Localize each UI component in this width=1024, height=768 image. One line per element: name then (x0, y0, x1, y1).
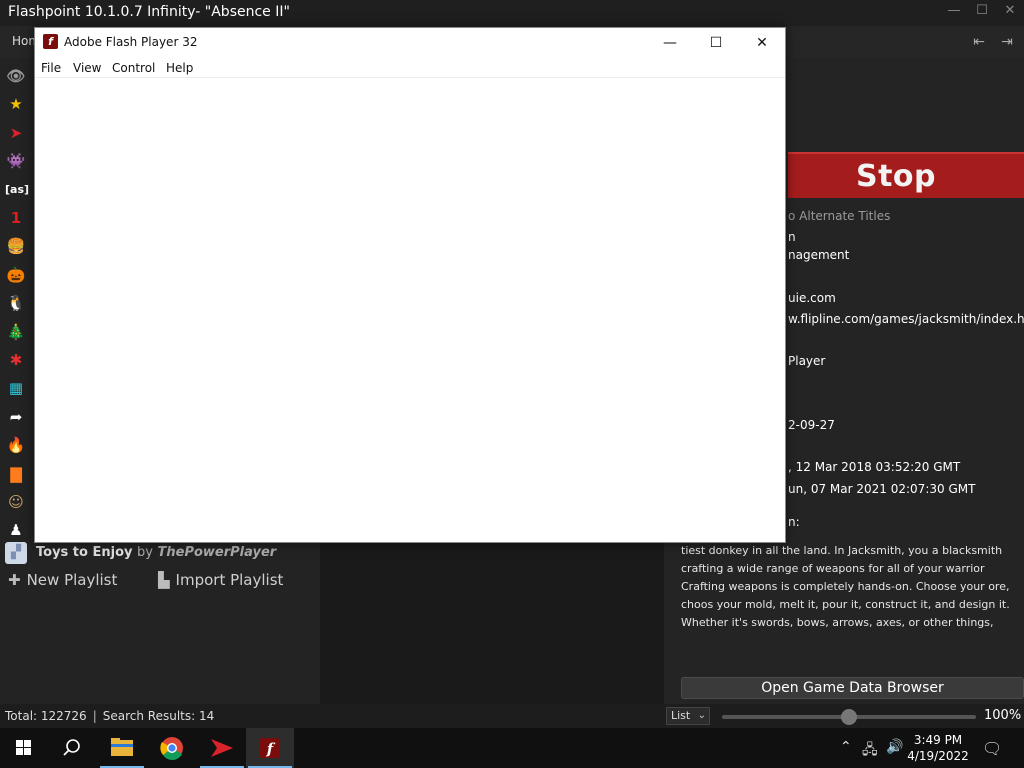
playlist-item-toys-to-enjoy[interactable]: ▞ Toys to Enjoy by ThePowerPlayer (0, 541, 320, 565)
pixel-grid-icon[interactable]: ▦ (5, 377, 27, 399)
flash-player-icon: f (260, 738, 280, 758)
launcher-close-button[interactable]: ✕ (1000, 3, 1020, 18)
flashpoint-arrow-icon[interactable]: ➤ (5, 122, 27, 144)
alternate-titles: o Alternate Titles (788, 209, 891, 223)
christmas-tree-icon[interactable]: 🎄 (5, 321, 27, 343)
meta-line: uie.com (788, 291, 836, 305)
flame-icon[interactable]: 🔥 (5, 434, 27, 456)
import-playlist-label: Import Playlist (175, 571, 284, 589)
flash-player-taskbar-button[interactable]: f (246, 728, 294, 768)
open-game-data-browser-button[interactable]: Open Game Data Browser (681, 677, 1024, 699)
launcher-title: Flashpoint 10.1.0.7 Infinity- "Absence I… (8, 4, 290, 20)
zoom-value: 100% (984, 708, 1022, 723)
zoom-slider-thumb[interactable] (841, 709, 857, 725)
meta-line: Player (788, 354, 826, 368)
silhouette-icon[interactable]: ♟ (5, 519, 27, 541)
total-count: Total: 122726 (5, 709, 87, 723)
flash-minimize-button[interactable]: — (647, 31, 693, 55)
new-playlist-label: New Playlist (26, 571, 118, 589)
chrome-button[interactable] (148, 728, 196, 768)
flash-maximize-button[interactable]: ☐ (693, 31, 739, 55)
meta-line: n (788, 230, 796, 244)
pumpkin-icon[interactable]: 🎃 (5, 264, 27, 286)
search-icon (63, 739, 80, 756)
launcher-maximize-button[interactable]: ☐ (972, 3, 992, 18)
flash-player-titlebar[interactable]: f Adobe Flash Player 32 — ☐ ✕ (35, 28, 785, 58)
import-playlist-button[interactable]: ▙ Import Playlist (158, 571, 283, 589)
menu-file[interactable]: File (41, 61, 61, 75)
meta-line: 2-09-27 (788, 418, 835, 432)
view-mode-value: List (671, 709, 691, 722)
chevron-down-icon: ⌄ (697, 710, 706, 721)
meta-line: w.flipline.com/games/jacksmith/index.htr (788, 312, 1024, 326)
meta-line: , 12 Mar 2018 03:52:20 GMT (788, 460, 961, 474)
clock-time: 3:49 PM (913, 733, 963, 747)
desktop: { "launcher": { "title": "Flashpoint 10.… (0, 0, 1024, 768)
flashpoint-arrow-icon (211, 739, 233, 757)
chrome-icon (160, 737, 183, 760)
clock[interactable]: 3:49 PM 4/19/2022 (902, 732, 974, 764)
status-separator: | (92, 709, 97, 723)
launcher-minimize-button[interactable]: — (944, 3, 964, 18)
flashpoint-taskbar-button[interactable] (198, 728, 246, 768)
plus-icon: ✚ (8, 571, 21, 589)
launcher-titlebar[interactable]: Flashpoint 10.1.0.7 Infinity- "Absence I… (0, 0, 1024, 26)
meta-line: un, 07 Mar 2021 02:07:30 GMT (788, 482, 976, 496)
view-mode-select[interactable]: List ⌄ (666, 707, 710, 725)
chevron-up-icon[interactable]: ⌃ (840, 739, 852, 755)
red-game-icon[interactable]: ✱ (5, 349, 27, 371)
menu-view[interactable]: View (73, 61, 101, 75)
folder-icon (111, 738, 133, 756)
game-description: tiest donkey in all the land. In Jacksmi… (681, 544, 1010, 629)
space-invader-icon[interactable]: 👾 (5, 150, 27, 172)
playlist-name: Toys to Enjoy (36, 545, 133, 560)
file-icon: ▙ (158, 571, 170, 589)
character-portrait-icon[interactable]: ☺ (5, 491, 27, 513)
windows-logo-icon (16, 740, 31, 755)
flash-menubar: File View Control Help (35, 58, 785, 78)
search-results-count: Search Results: 14 (102, 709, 215, 723)
as-tag-icon[interactable]: [as] (5, 179, 29, 201)
zoom-slider[interactable] (722, 709, 976, 725)
status-bar: Total: 122726 | Search Results: 14 List ⌄ … (0, 704, 1024, 728)
volume-icon[interactable]: 🔊 (886, 739, 903, 755)
flash-player-window: f Adobe Flash Player 32 — ☐ ✕ File View … (34, 27, 786, 543)
clock-date: 4/19/2022 (907, 749, 969, 763)
share-arrow-icon[interactable]: ➦ (5, 406, 27, 428)
meta-line: nagement (788, 248, 850, 262)
number-one-icon[interactable]: 1 (5, 207, 27, 229)
game-logo-text: Stop (855, 159, 937, 194)
flash-content-area[interactable] (35, 78, 785, 542)
file-explorer-button[interactable] (98, 728, 146, 768)
meta-line: n: (788, 515, 800, 529)
search-button[interactable] (48, 728, 96, 768)
audio-bars-icon[interactable]: ▇ (5, 463, 27, 485)
star-icon[interactable]: ★ (5, 93, 27, 115)
menu-help[interactable]: Help (166, 61, 193, 75)
taskbar: f ⌃ 🖧 🔊 3:49 PM 4/19/2022 🗨 (0, 728, 1024, 768)
playlist-by: by (137, 545, 153, 560)
playlist-author: ThePowerPlayer (157, 545, 277, 560)
penguin-icon[interactable]: 🐧 (5, 292, 27, 314)
game-logo: Stop (788, 152, 1024, 198)
network-icon[interactable]: 🖧 (862, 739, 878, 763)
burger-icon[interactable]: 🍔 (5, 235, 27, 257)
new-playlist-button[interactable]: ✚ New Playlist (8, 571, 117, 589)
flash-player-title: Adobe Flash Player 32 (64, 35, 198, 49)
flash-close-button[interactable]: ✕ (739, 31, 785, 55)
eye-icon[interactable]: 👁 (5, 65, 27, 87)
blocks-icon: ▞ (5, 542, 27, 564)
collapse-right-icon[interactable]: ⇥ (996, 31, 1018, 53)
notifications-icon[interactable]: 🗨 (982, 739, 1002, 758)
collapse-left-icon[interactable]: ⇤ (968, 31, 990, 53)
flash-player-logo-icon: f (43, 34, 58, 49)
start-button[interactable] (0, 728, 48, 768)
menu-control[interactable]: Control (112, 61, 155, 75)
